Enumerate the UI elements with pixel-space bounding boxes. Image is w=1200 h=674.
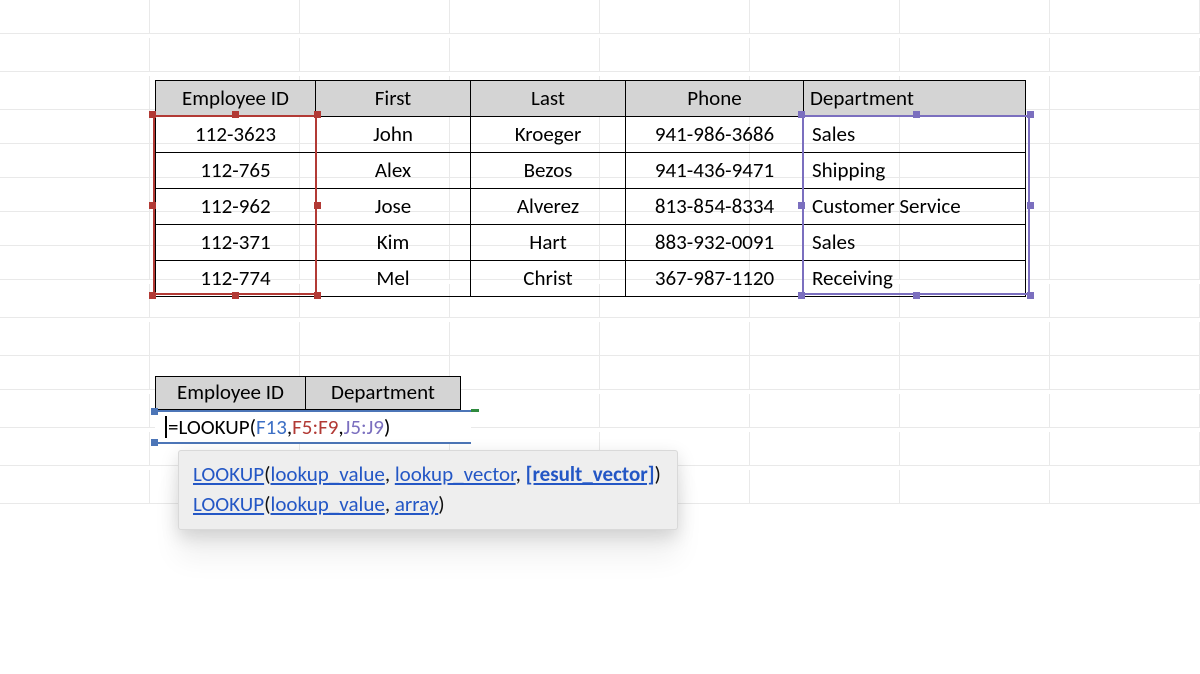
cell-phone[interactable]: 941-436-9471	[626, 153, 804, 189]
cell-phone[interactable]: 941-986-3686	[626, 117, 804, 153]
tooltip-arg-link[interactable]: lookup_value	[271, 461, 385, 487]
tooltip-arg-link[interactable]: array	[395, 491, 438, 517]
table-row[interactable]: 112-765 Alex Bezos 941-436-9471 Shipping	[156, 153, 1026, 189]
col-header-department[interactable]: Department	[804, 81, 1026, 117]
cell-phone[interactable]: 813-854-8334	[626, 189, 804, 225]
formula-arg-lookup-value: F13	[256, 411, 287, 443]
tooltip-arg-link[interactable]: lookup_vector	[395, 461, 516, 487]
col-header-first[interactable]: First	[316, 81, 471, 117]
cell-first[interactable]: Mel	[316, 261, 471, 297]
col-header-last[interactable]: Last	[471, 81, 626, 117]
table-header-row: Employee ID First Last Phone Department	[156, 81, 1026, 117]
tooltip-signature-1: LOOKUP(lookup_value, lookup_vector, [res…	[193, 459, 661, 489]
cell-last[interactable]: Hart	[471, 225, 626, 261]
employee-table[interactable]: Employee ID First Last Phone Department …	[155, 80, 1026, 297]
table-row[interactable]: 112-371 Kim Hart 883-932-0091 Sales	[156, 225, 1026, 261]
tooltip-fn-link[interactable]: LOOKUP	[193, 461, 264, 487]
text-cursor-icon	[165, 416, 167, 438]
cell-first[interactable]: Jose	[316, 189, 471, 225]
formula-arg-result-vector: J5:J9	[344, 411, 384, 443]
cell-last[interactable]: Christ	[471, 261, 626, 297]
cell-department[interactable]: Sales	[804, 225, 1026, 261]
table-row[interactable]: 112-774 Mel Christ 367-987-1120 Receivin…	[156, 261, 1026, 297]
cell-department[interactable]: Customer Service	[804, 189, 1026, 225]
lookup-header-department[interactable]: Department	[306, 377, 460, 409]
cell-phone[interactable]: 367-987-1120	[626, 261, 804, 297]
function-signature-tooltip: LOOKUP(lookup_value, lookup_vector, [res…	[178, 450, 678, 530]
cell-employee-id[interactable]: 112-371	[156, 225, 316, 261]
table-row[interactable]: 112-962 Jose Alverez 813-854-8334 Custom…	[156, 189, 1026, 225]
cell-first[interactable]: Alex	[316, 153, 471, 189]
cell-last[interactable]: Bezos	[471, 153, 626, 189]
tooltip-arg-link[interactable]: lookup_value	[271, 491, 385, 517]
cell-last[interactable]: Kroeger	[471, 117, 626, 153]
cell-last[interactable]: Alverez	[471, 189, 626, 225]
cell-phone[interactable]: 883-932-0091	[626, 225, 804, 261]
formula-close-paren: )	[384, 411, 390, 443]
cell-department[interactable]: Sales	[804, 117, 1026, 153]
cell-employee-id[interactable]: 112-774	[156, 261, 316, 297]
lookup-headers[interactable]: Employee ID Department	[155, 376, 461, 410]
tooltip-fn-link[interactable]: LOOKUP	[193, 491, 264, 517]
col-header-employee-id[interactable]: Employee ID	[156, 81, 316, 117]
cell-employee-id[interactable]: 112-3623	[156, 117, 316, 153]
tooltip-arg-current[interactable]: [result_vector]	[526, 461, 655, 487]
cell-first[interactable]: John	[316, 117, 471, 153]
cell-department[interactable]: Receiving	[804, 261, 1026, 297]
table-row[interactable]: 112-3623 John Kroeger 941-986-3686 Sales	[156, 117, 1026, 153]
formula-edit-cell[interactable]: =LOOKUP(F13,F5:F9,J5:J9)	[155, 410, 471, 444]
cell-department[interactable]: Shipping	[804, 153, 1026, 189]
formula-prefix: =	[168, 411, 178, 443]
lookup-header-employee-id[interactable]: Employee ID	[156, 377, 306, 409]
cell-employee-id[interactable]: 112-962	[156, 189, 316, 225]
cell-employee-id[interactable]: 112-765	[156, 153, 316, 189]
formula-arg-lookup-vector: F5:F9	[292, 411, 338, 443]
formula-fn-name: LOOKUP	[178, 411, 249, 443]
spreadsheet-viewport[interactable]: Employee ID First Last Phone Department …	[0, 0, 1200, 674]
range-edge-marker-green	[471, 409, 479, 412]
cell-first[interactable]: Kim	[316, 225, 471, 261]
col-header-phone[interactable]: Phone	[626, 81, 804, 117]
tooltip-signature-2: LOOKUP(lookup_value, array)	[193, 489, 661, 519]
